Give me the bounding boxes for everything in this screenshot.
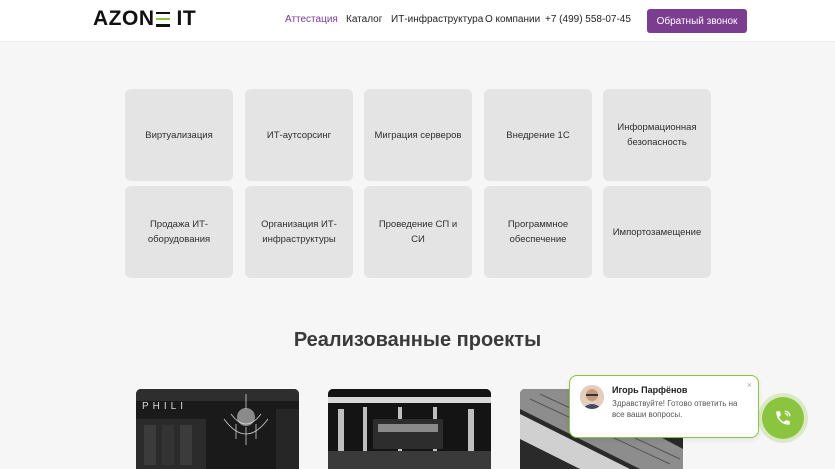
site-header: AZON IT Аттестация Каталог ИТ-инфраструк… (0, 0, 835, 42)
logo-e-mark-icon (155, 11, 170, 27)
agent-avatar (580, 385, 604, 409)
nav-item-attestation[interactable]: Аттестация (285, 14, 338, 25)
company-logo[interactable]: AZON IT (93, 7, 197, 30)
nav-phone-link[interactable]: +7 (499) 558-07-45 (545, 14, 631, 25)
nav-item-about[interactable]: О компании (485, 14, 540, 25)
phone-icon (776, 410, 791, 425)
svg-text:PHILI: PHILI (142, 401, 187, 412)
service-card-import-substitution[interactable]: Импортозамещение (603, 186, 711, 278)
service-card-hardware-sales[interactable]: Продажа ИТ-оборудования (125, 186, 233, 278)
service-card-virtualization[interactable]: Виртуализация (125, 89, 233, 181)
callback-button[interactable]: Обратный звонок (647, 9, 747, 33)
service-card-server-migration[interactable]: Миграция серверов (364, 89, 472, 181)
service-card-software[interactable]: Программное обеспечение (484, 186, 592, 278)
logo-text-left: AZON (93, 7, 155, 30)
logo-text-right: IT (176, 7, 197, 30)
service-card-sp-si[interactable]: Проведение СП и СИ (364, 186, 472, 278)
project-image-2 (328, 389, 491, 469)
agent-name: Игорь Парфёнов (612, 385, 688, 395)
service-card-it-outsourcing[interactable]: ИТ-аутсорсинг (245, 89, 353, 181)
project-image-1: PHILI (136, 389, 299, 469)
projects-title: Реализованные проекты (293, 329, 542, 351)
service-card-1c[interactable]: Внедрение 1С (484, 89, 592, 181)
call-button[interactable] (762, 397, 804, 439)
agent-message: Здравствуйте! Готово ответить на все ваш… (612, 399, 738, 419)
nav-item-it-infrastructure[interactable]: ИТ-инфраструктура (391, 14, 483, 25)
service-card-infrastructure-setup[interactable]: Организация ИТ-инфраструктуры (245, 186, 353, 278)
project-card-2[interactable] (328, 389, 491, 469)
chat-popup[interactable]: Игорь Парфёнов Здравствуйте! Готово отве… (569, 375, 759, 438)
nav-item-catalog[interactable]: Каталог (346, 14, 382, 25)
project-card-1[interactable]: PHILI (136, 389, 299, 469)
close-icon[interactable]: × (747, 380, 752, 390)
service-card-infosec[interactable]: Информационная безопасность (603, 89, 711, 181)
